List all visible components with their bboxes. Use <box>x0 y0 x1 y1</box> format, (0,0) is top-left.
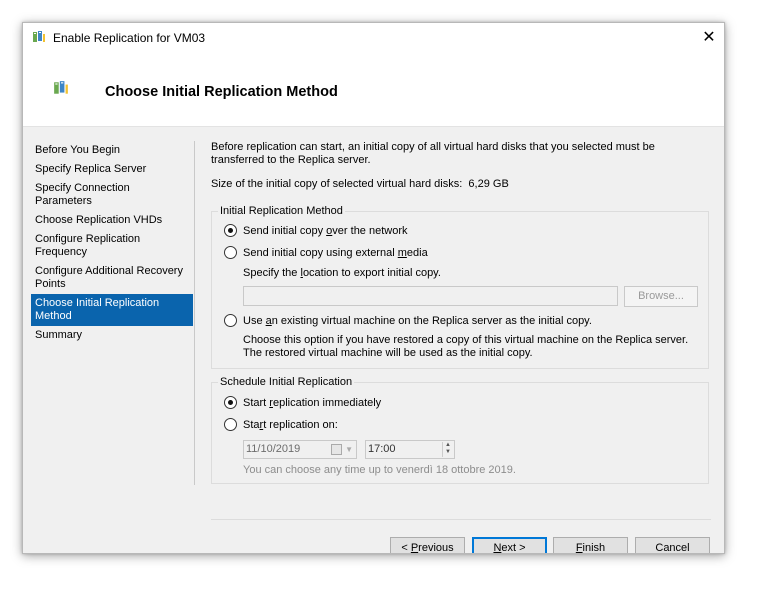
radio-button[interactable] <box>224 418 237 431</box>
nav-divider <box>194 141 195 485</box>
start-immediately-option[interactable]: Start replication immediately <box>224 396 381 409</box>
step-summary[interactable]: Summary <box>31 326 193 345</box>
group-title: Schedule Initial Replication <box>218 376 355 388</box>
radio-button[interactable] <box>224 314 237 327</box>
radio-button[interactable] <box>224 246 237 259</box>
step-configure-replication-frequency[interactable]: Configure Replication Frequency <box>31 230 193 262</box>
step-choose-replication-vhds[interactable]: Choose Replication VHDs <box>31 211 193 230</box>
chevron-down-icon[interactable]: ▼ <box>345 441 353 458</box>
existing-vm-help: Choose this option if you have restored … <box>243 334 689 359</box>
start-date-picker[interactable]: 11/10/2019 ▼ <box>243 440 357 459</box>
start-on-option[interactable]: Start replication on: <box>224 418 338 431</box>
wizard-body: Before You Begin Specify Replica Server … <box>23 127 724 553</box>
finish-button[interactable]: Finish <box>553 537 628 553</box>
time-spinner-icon[interactable]: ▲ ▼ <box>442 442 453 457</box>
use-existing-vm-option[interactable]: Use an existing virtual machine on the R… <box>224 314 592 327</box>
wizard-steps-nav: Before You Begin Specify Replica Server … <box>31 141 193 345</box>
schedule-hint: You can choose any time up to venerdì 18… <box>243 464 516 476</box>
page-header: Choose Initial Replication Method <box>23 52 724 127</box>
cancel-button[interactable]: Cancel <box>635 537 710 553</box>
close-icon: ✕ <box>702 29 716 46</box>
send-external-media-option[interactable]: Send initial copy using external media <box>224 246 428 259</box>
footer-divider <box>211 519 711 520</box>
hyper-v-icon <box>54 81 68 94</box>
intro-description: Before replication can start, an initial… <box>211 141 655 166</box>
step-before-you-begin[interactable]: Before You Begin <box>31 141 193 160</box>
option-label: Send initial copy over the network <box>243 224 408 237</box>
initial-replication-method-group: Initial Replication Method Send initial … <box>211 205 709 369</box>
step-specify-replica-server[interactable]: Specify Replica Server <box>31 160 193 179</box>
option-label: Use an existing virtual machine on the R… <box>243 314 592 327</box>
hyper-v-icon <box>33 31 45 42</box>
step-specify-connection-parameters[interactable]: Specify Connection Parameters <box>31 179 193 211</box>
title-bar: Enable Replication for VM03 ✕ <box>23 23 724 52</box>
step-configure-additional-recovery-points[interactable]: Configure Additional Recovery Points <box>31 262 193 294</box>
next-button[interactable]: Next > <box>472 537 547 553</box>
radio-button[interactable] <box>224 396 237 409</box>
option-label: Start replication on: <box>243 418 338 431</box>
export-location-input[interactable] <box>243 286 618 306</box>
option-label: Send initial copy using external media <box>243 246 428 259</box>
calendar-icon[interactable] <box>331 444 342 455</box>
previous-button[interactable]: < Previous <box>390 537 465 553</box>
content-pane: Before replication can start, an initial… <box>211 141 711 484</box>
size-value: 6,29 GB <box>468 178 509 190</box>
page-title: Choose Initial Replication Method <box>105 84 338 100</box>
schedule-initial-replication-group: Schedule Initial Replication Start repli… <box>211 376 709 484</box>
close-button[interactable]: ✕ <box>694 23 724 52</box>
window-title: Enable Replication for VM03 <box>53 31 206 45</box>
radio-button[interactable] <box>224 224 237 237</box>
browse-button[interactable]: Browse... <box>624 286 698 307</box>
option-label: Start replication immediately <box>243 396 382 409</box>
export-location-label: Specify the location to export initial c… <box>243 267 441 279</box>
step-choose-initial-replication-method[interactable]: Choose Initial Replication Method <box>31 294 193 326</box>
replication-wizard-window: Enable Replication for VM03 ✕ Choose Ini… <box>22 22 725 554</box>
send-over-network-option[interactable]: Send initial copy over the network <box>224 224 408 237</box>
group-title: Initial Replication Method <box>218 205 345 217</box>
start-time-picker[interactable]: 17:00 ▲ ▼ <box>365 440 455 459</box>
size-label: Size of the initial copy of selected vir… <box>211 178 463 190</box>
initial-copy-size: Size of the initial copy of selected vir… <box>211 178 711 190</box>
